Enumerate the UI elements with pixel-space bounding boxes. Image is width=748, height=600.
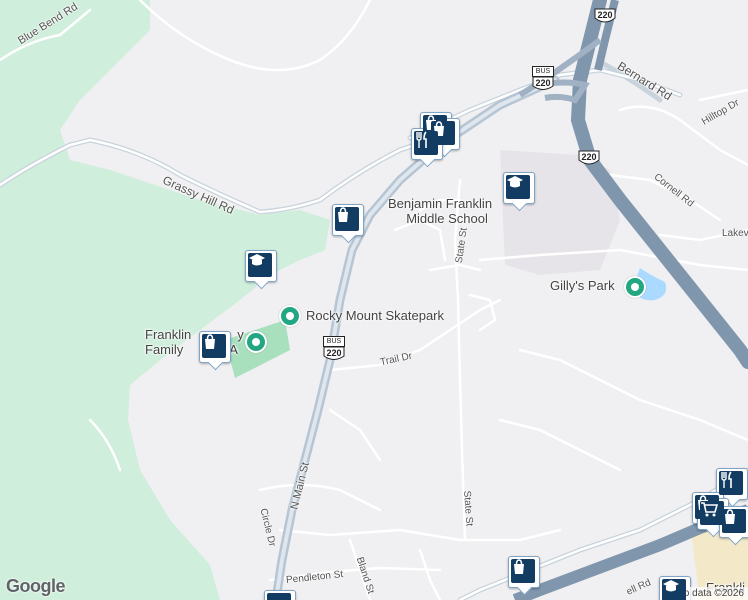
road-label-lakev: Lakev bbox=[722, 228, 748, 239]
bus-220-number: 220 bbox=[535, 78, 551, 88]
school-pin-icon[interactable] bbox=[503, 172, 535, 208]
map-base bbox=[0, 0, 748, 600]
bus-220-shield-mid: BUS 220 bbox=[323, 336, 345, 363]
school-pin-icon[interactable] bbox=[245, 250, 277, 286]
google-logo[interactable]: Google bbox=[6, 576, 66, 597]
poi-label-bfms-line1: Benjamin Franklin bbox=[388, 196, 493, 211]
skatepark-marker-icon[interactable] bbox=[279, 305, 301, 327]
poi-label-gillys-park[interactable]: Gilly's Park bbox=[550, 278, 615, 293]
bus-label: BUS bbox=[532, 66, 554, 77]
us-220-shield-mid-number: 220 bbox=[581, 152, 597, 162]
bus-220-mid-number: 220 bbox=[326, 348, 342, 358]
location-pin-icon[interactable] bbox=[264, 590, 296, 600]
shopping-pin-icon[interactable] bbox=[508, 556, 540, 592]
bus-220-shield: BUS 220 bbox=[532, 66, 554, 93]
park-tree-marker-icon[interactable] bbox=[624, 276, 646, 298]
us-220-shield: 220 bbox=[594, 8, 616, 26]
bus-label-mid: BUS bbox=[323, 336, 345, 347]
shopping-pin-icon[interactable] bbox=[332, 204, 364, 240]
us-220-shield-number: 220 bbox=[597, 10, 613, 20]
shopping-pin-icon[interactable] bbox=[199, 331, 231, 367]
shopping-pin-icon[interactable] bbox=[719, 506, 748, 542]
map-canvas[interactable]: Blue Bend Rd Grassy Hill Rd Bernard Rd H… bbox=[0, 0, 748, 600]
poi-label-bfms: Benjamin Franklin Middle School bbox=[388, 196, 492, 226]
poi-label-bfms-line2: Middle School bbox=[406, 211, 488, 226]
poi-label-ymca-line1: Franklin bbox=[145, 327, 192, 342]
park-area bbox=[0, 0, 330, 600]
poi-label-skatepark[interactable]: Rocky Mount Skatepark bbox=[306, 308, 444, 323]
ymca-marker-icon[interactable] bbox=[245, 331, 267, 353]
us-220-shield-mid: 220 bbox=[578, 150, 600, 168]
poi-label-ymca-line2: Family bbox=[145, 342, 184, 357]
